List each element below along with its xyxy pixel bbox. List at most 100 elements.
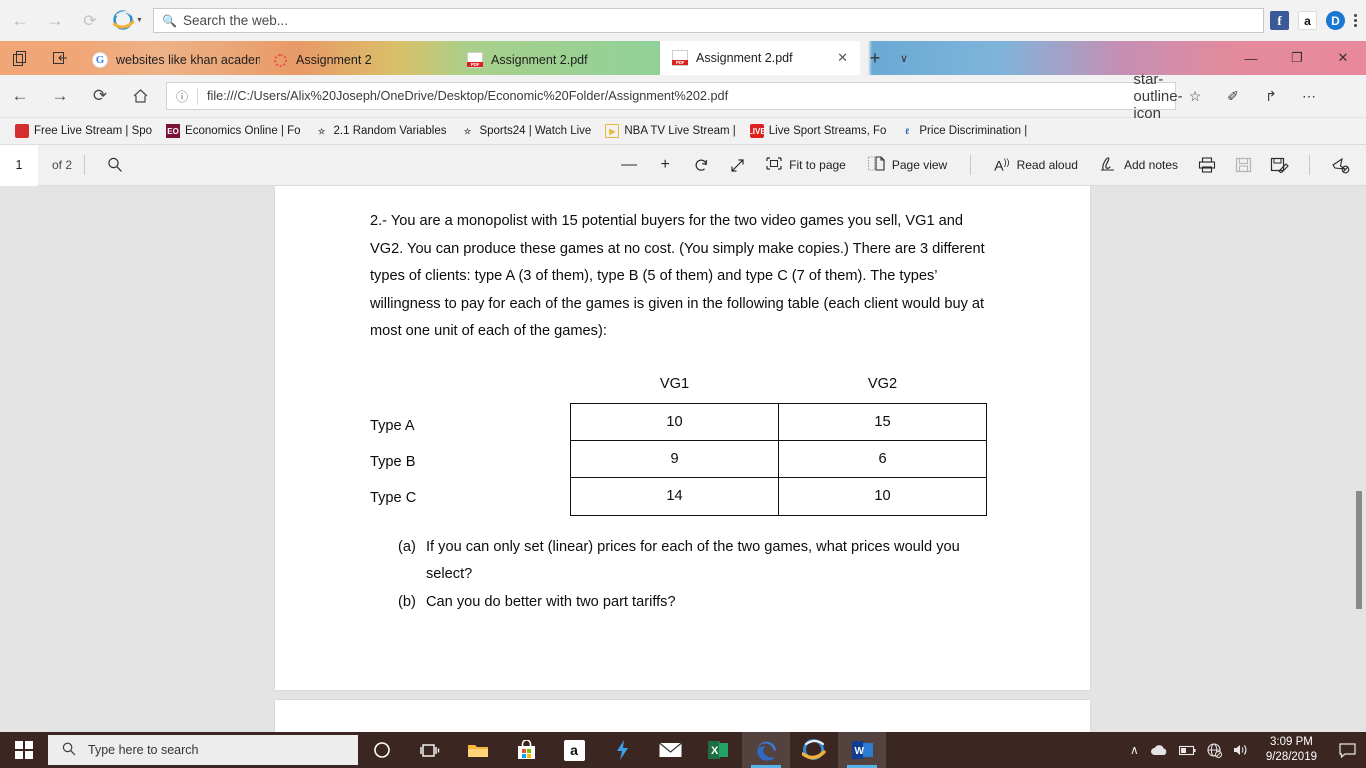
more-options-icon[interactable] xyxy=(1354,14,1357,27)
zoom-in-button[interactable]: + xyxy=(647,149,683,181)
tv-icon xyxy=(15,124,29,138)
action-center-icon[interactable] xyxy=(1334,732,1360,768)
onedrive-icon[interactable] xyxy=(1150,744,1168,756)
row-label: Type B xyxy=(370,453,416,470)
save-icon[interactable] xyxy=(1225,149,1261,181)
favorite-item[interactable]: ℓ Price Discrimination | xyxy=(893,120,1034,142)
tab-assignment-2[interactable]: Assignment 2 xyxy=(260,45,455,75)
web-search-placeholder: Search the web... xyxy=(182,13,289,28)
row-label: Type A xyxy=(370,417,415,434)
tab-websites-like-khan-academy[interactable]: G websites like khan academy xyxy=(80,45,260,75)
pdf-page-2 xyxy=(275,700,1090,732)
page-number-input[interactable]: 1 xyxy=(0,144,38,186)
restore-tabs-icon[interactable] xyxy=(40,41,80,75)
show-hidden-icons-icon[interactable]: ∧ xyxy=(1130,743,1139,757)
clock-date: 9/28/2019 xyxy=(1265,751,1317,763)
read-aloud-button[interactable]: A)) Read aloud xyxy=(983,149,1089,181)
read-aloud-label: Read aloud xyxy=(1016,158,1078,172)
bar-icon: ℓ xyxy=(905,126,910,136)
volume-icon[interactable] xyxy=(1233,743,1249,757)
microsoft-store-icon[interactable] xyxy=(502,732,550,768)
vertical-scrollbar[interactable] xyxy=(1351,186,1366,732)
add-notes-button[interactable]: Add notes xyxy=(1089,149,1189,181)
cortana-icon[interactable] xyxy=(358,732,406,768)
system-tray: ∧ 3:09 PM 9/28/2019 xyxy=(1130,732,1366,768)
cell-type-c-vg2: 10 xyxy=(778,477,987,516)
tab-assignment-2-pdf-active[interactable]: Assignment 2.pdf ✕ xyxy=(660,41,860,75)
scrollbar-thumb[interactable] xyxy=(1356,491,1362,609)
refresh-button[interactable]: ⟳ xyxy=(75,6,105,36)
info-icon[interactable]: ⓘ xyxy=(167,88,197,105)
back-button[interactable]: ← xyxy=(0,80,40,112)
new-tab-button[interactable]: + xyxy=(860,41,890,75)
search-icon[interactable] xyxy=(97,149,133,181)
google-icon: G xyxy=(92,52,108,68)
maximize-button[interactable]: ❐ xyxy=(1274,41,1320,75)
favorite-item[interactable]: EO Economics Online | Fo xyxy=(159,120,307,142)
network-no-internet-icon[interactable] xyxy=(1207,742,1222,758)
url-text: file:///C:/Users/Alix%20Joseph/OneDrive/… xyxy=(207,89,729,103)
question-text: 2.- You are a monopolist with 15 potenti… xyxy=(370,213,985,339)
refresh-button[interactable]: ⟳ xyxy=(80,80,120,112)
microsoft-edge-icon[interactable] xyxy=(742,732,790,768)
unpin-icon[interactable] xyxy=(1322,149,1358,181)
pdf-viewer[interactable]: 2.- You are a monopolist with 15 potenti… xyxy=(0,186,1366,732)
rotate-icon[interactable] xyxy=(683,149,719,181)
back-button[interactable]: ← xyxy=(5,6,35,36)
favorite-item[interactable]: ▶ NBA TV Live Stream | xyxy=(598,120,742,142)
word-icon[interactable]: W xyxy=(838,732,886,768)
fit-to-page-icon xyxy=(766,157,782,173)
clock[interactable]: 3:09 PM 9/28/2019 xyxy=(1260,735,1323,765)
mail-icon[interactable] xyxy=(646,732,694,768)
minimize-button[interactable]: — xyxy=(1228,41,1274,75)
excel-icon[interactable]: X xyxy=(694,732,742,768)
taskbar-search-input[interactable]: Type here to search xyxy=(48,735,358,765)
pen-icon xyxy=(1100,156,1117,174)
fit-to-page-button[interactable]: Fit to page xyxy=(755,149,857,181)
tab-assignment-2-pdf[interactable]: Assignment 2.pdf xyxy=(455,45,660,75)
part-label: (b) xyxy=(398,593,416,610)
lightning-app-icon[interactable] xyxy=(598,732,646,768)
zoom-out-button[interactable]: — xyxy=(611,149,647,181)
print-icon[interactable] xyxy=(1189,149,1225,181)
settings-more-icon[interactable]: ⋯ xyxy=(1290,81,1328,111)
favorite-label: Sports24 | Watch Live xyxy=(479,125,592,137)
close-window-button[interactable]: ✕ xyxy=(1320,41,1366,75)
share-icon[interactable]: ↱ xyxy=(1252,81,1290,111)
start-button[interactable] xyxy=(0,732,48,768)
page-view-button[interactable]: Page view xyxy=(857,149,958,181)
internet-explorer-icon[interactable] xyxy=(790,732,838,768)
fullscreen-button[interactable] xyxy=(719,149,755,181)
close-tab-icon[interactable]: ✕ xyxy=(837,50,848,66)
facebook-icon[interactable]: f xyxy=(1270,11,1289,30)
home-button[interactable] xyxy=(120,80,160,112)
battery-icon[interactable] xyxy=(1178,745,1196,756)
favorites-hub-icon[interactable]: ☆ xyxy=(1176,81,1214,111)
question-part-b: (b) Can you do better with two part tari… xyxy=(398,589,1030,617)
chevron-down-icon[interactable]: ▼ xyxy=(136,17,143,24)
amazon-icon[interactable]: a xyxy=(1298,11,1317,30)
payoff-table: VG1 VG2 10 15 9 6 14 10 xyxy=(570,370,987,516)
set-aside-tabs-icon[interactable] xyxy=(0,41,40,75)
windows-logo-icon xyxy=(15,741,33,759)
add-favorite-icon[interactable]: star-outline-icon xyxy=(1133,71,1182,122)
internet-explorer-logo-icon[interactable]: ▼ xyxy=(111,6,145,36)
forward-button[interactable]: → xyxy=(40,80,80,112)
disconnect-icon[interactable]: D xyxy=(1326,11,1345,30)
task-view-icon[interactable] xyxy=(406,732,454,768)
favorite-item[interactable]: ☆ Sports24 | Watch Live xyxy=(453,120,598,142)
save-as-icon[interactable] xyxy=(1261,149,1297,181)
url-input[interactable]: ⓘ file:///C:/Users/Alix%20Joseph/OneDriv… xyxy=(166,71,1183,122)
file-explorer-icon[interactable] xyxy=(454,732,502,768)
amazon-icon[interactable]: a xyxy=(550,732,598,768)
part-label: (a) xyxy=(398,538,416,555)
favorite-item[interactable]: ☆ 2.1 Random Variables xyxy=(308,120,454,142)
web-search-input[interactable]: 🔍 Search the web... xyxy=(153,8,1264,33)
favorite-item[interactable]: Free Live Stream | Spo xyxy=(8,120,159,142)
favorite-item[interactable]: LIVE Live Sport Streams, Fo xyxy=(743,120,894,142)
taskbar-search-placeholder: Type here to search xyxy=(88,743,199,757)
chevron-down-icon[interactable]: ∨ xyxy=(890,41,918,75)
favorite-label: 2.1 Random Variables xyxy=(333,125,447,137)
notes-pen-icon[interactable]: ✐ xyxy=(1214,81,1252,111)
forward-button[interactable]: → xyxy=(40,6,70,36)
